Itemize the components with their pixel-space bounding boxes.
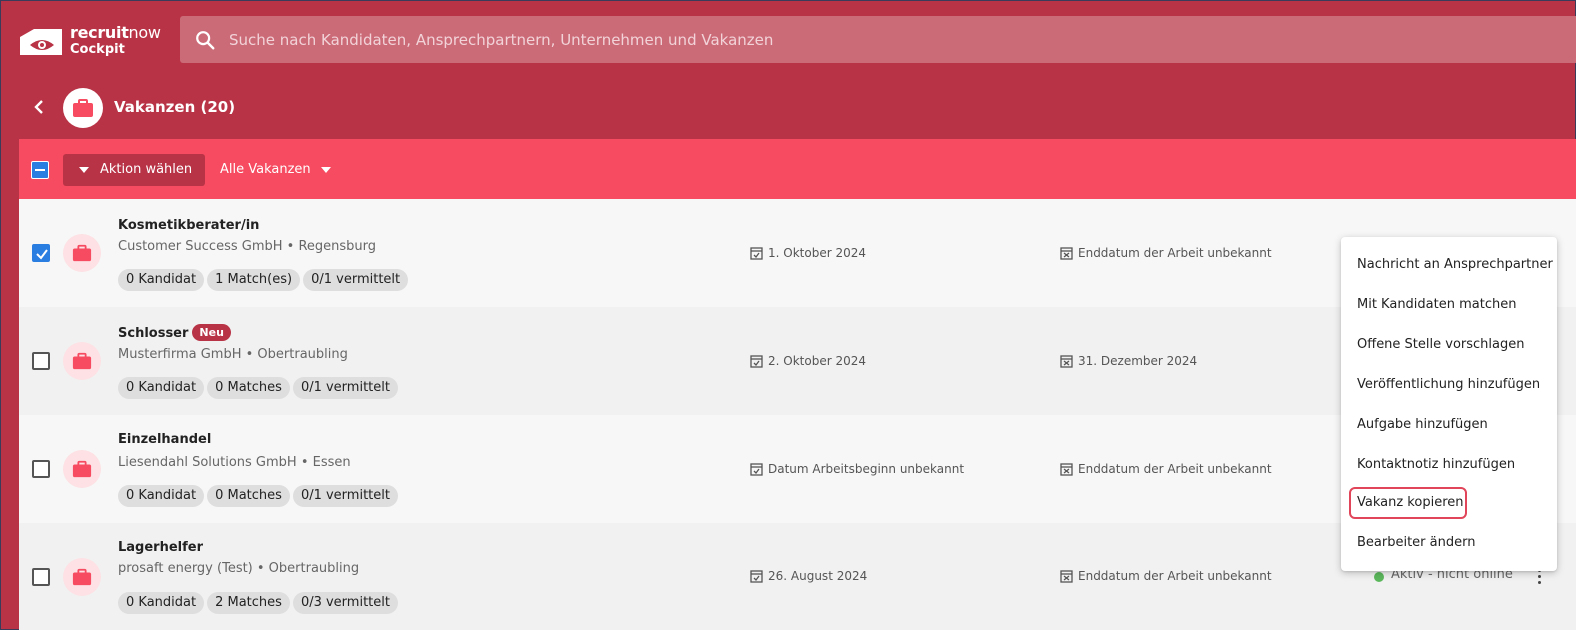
briefcase-icon [72,244,92,262]
vacancy-avatar [63,558,101,596]
checkmark-icon [36,249,48,260]
page-title: Vakanzen (20) [114,98,236,116]
vacancy-company: Customer Success GmbH • Regensburg [118,239,377,254]
search-bar [180,16,1576,63]
vacancy-avatar [63,234,101,272]
back-arrow-icon[interactable] [29,97,49,117]
menu-item-match-candidates[interactable]: Mit Kandidaten matchen [1349,289,1549,321]
calendar-x-icon [1060,247,1073,260]
calendar-x-icon [1060,355,1073,368]
calendar-check-icon [750,570,763,583]
caret-down-icon [79,167,89,173]
match-count-chip: 0 Matches [207,377,290,399]
match-count-chip: 1 Match(es) [207,269,301,291]
calendar-check-icon [750,247,763,260]
eye-logo-icon [20,29,62,55]
logo-subtitle: Cockpit [70,42,125,57]
menu-item-add-contact-note[interactable]: Kontaktnotiz hinzufügen [1349,449,1549,481]
row-checkbox[interactable] [32,352,50,370]
candidate-count-chip: 0 Kandidat [118,269,205,291]
placed-count-chip: 0/1 vermittelt [292,377,398,399]
action-bar: Aktion wählen Alle Vakanzen [19,139,1576,199]
calendar-x-icon [1060,570,1073,583]
vacancy-company: Musterfirma GmbH • Obertraubling [118,347,348,362]
row-checkbox[interactable] [32,244,50,262]
calendar-check-icon [750,355,763,368]
menu-item-add-publication[interactable]: Veröffentlichung hinzufügen [1349,369,1549,401]
vacancy-stats: 0 Kandidat 0 Matches 0/1 vermittelt [118,484,401,507]
menu-item-add-task[interactable]: Aufgabe hinzufügen [1349,409,1549,441]
logo-text: recruitnow [70,23,161,42]
vacancy-title[interactable]: Lagerhelfer [118,540,203,555]
search-icon [196,31,215,50]
candidate-count-chip: 0 Kandidat [118,592,205,614]
search-input[interactable] [229,16,1529,63]
menu-item-change-editor[interactable]: Bearbeiter ändern [1349,527,1549,559]
match-count-chip: 2 Matches [207,592,290,614]
match-count-chip: 0 Matches [207,485,290,507]
vacancy-avatar [63,88,103,128]
vacancy-filter-dropdown[interactable]: Alle Vakanzen [220,162,331,177]
briefcase-icon [72,352,92,370]
context-menu: Nachricht an Ansprechpartner Mit Kandida… [1341,237,1557,571]
vacancy-company: prosaft energy (Test) • Obertraubling [118,561,360,576]
menu-item-suggest-vacancy[interactable]: Offene Stelle vorschlagen [1349,329,1549,361]
candidate-count-chip: 0 Kandidat [118,377,205,399]
caret-down-icon [320,166,331,173]
row-checkbox[interactable] [32,460,50,478]
placed-count-chip: 0/3 vermittelt [292,592,398,614]
calendar-x-icon [1060,463,1073,476]
more-vertical-icon[interactable] [1537,569,1543,587]
menu-item-copy-vacancy[interactable]: Vakanz kopieren [1349,487,1467,519]
select-all-checkbox[interactable] [31,161,49,179]
briefcase-icon [72,568,92,586]
vacancy-title[interactable]: Kosmetikberater/in [118,218,259,233]
vacancy-stats: 0 Kandidat 1 Match(es) 0/1 vermittelt [118,268,411,291]
briefcase-icon [73,99,93,117]
top-bar: recruitnow Cockpit [1,1,1576,79]
vacancy-stats: 0 Kandidat 2 Matches 0/3 vermittelt [118,591,401,614]
action-select-button[interactable]: Aktion wählen [63,154,205,186]
briefcase-icon [72,460,92,478]
vacancy-avatar [63,450,101,488]
action-select-label: Aktion wählen [100,162,193,177]
placed-count-chip: 0/1 vermittelt [303,269,409,291]
vacancy-title[interactable]: Einzelhandel [118,432,211,447]
vacancy-stats: 0 Kandidat 0 Matches 0/1 vermittelt [118,376,401,399]
vacancy-filter-label: Alle Vakanzen [220,162,311,177]
candidate-count-chip: 0 Kandidat [118,485,205,507]
placed-count-chip: 0/1 vermittelt [292,485,398,507]
status-dot-icon [1374,572,1384,582]
row-checkbox[interactable] [32,568,50,586]
vacancy-avatar [63,342,101,380]
vacancy-title[interactable]: Schlosser Neu [118,324,231,341]
new-badge: Neu [192,324,231,341]
app-logo[interactable]: recruitnow Cockpit [18,23,161,59]
calendar-check-icon [750,463,763,476]
vacancy-company: Liesendahl Solutions GmbH • Essen [118,455,351,470]
menu-item-message-contact[interactable]: Nachricht an Ansprechpartner [1349,249,1553,281]
